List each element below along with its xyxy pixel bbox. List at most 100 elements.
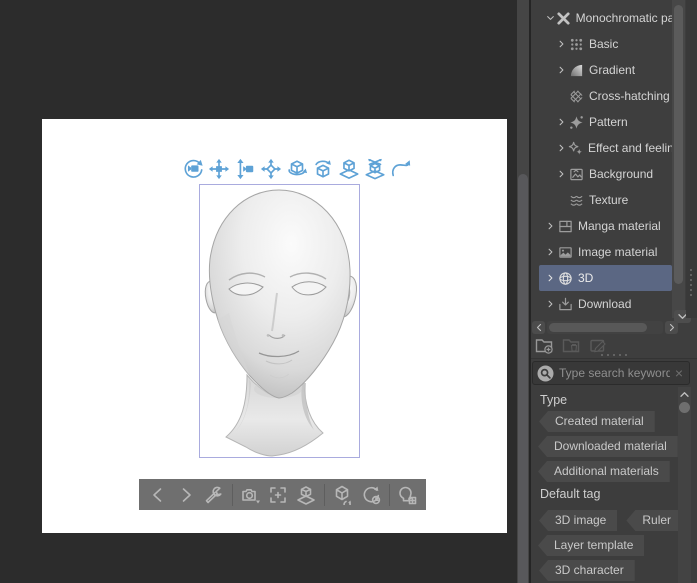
tree-vertical-scrollbar[interactable] (672, 0, 685, 318)
panel-splitter[interactable] (531, 351, 697, 358)
resize-handle-dots (690, 269, 692, 296)
register-head-icon[interactable] (397, 484, 417, 506)
canvas-vertical-scrollbar-thumb[interactable] (518, 174, 528, 583)
move-object-on-plane-icon[interactable] (337, 156, 360, 182)
rotate-object-icon[interactable] (285, 156, 308, 182)
reset-object-icon[interactable] (333, 484, 353, 506)
scroll-right-button[interactable] (665, 321, 678, 334)
tree-item-label: Basic (589, 37, 618, 51)
tree-item-texture[interactable]: Texture (539, 187, 672, 213)
tree-item-basic[interactable]: Basic (539, 31, 672, 57)
chevron-right-icon[interactable] (547, 221, 558, 231)
3d-character-tag-button[interactable]: 3D character (539, 560, 635, 581)
tree-item-effect-and-feeling[interactable]: Effect and feeling (539, 135, 672, 161)
material-panel: Monochromatic pattern Basic Gradient Cro… (531, 0, 697, 583)
layer-template-tag-button[interactable]: Layer template (538, 535, 644, 556)
ruler-tag-button[interactable]: Ruler (626, 510, 682, 531)
scroll-left-button[interactable] (532, 321, 545, 334)
chevron-right-icon[interactable] (558, 143, 568, 153)
search-icon (537, 365, 554, 382)
tree-item-download[interactable]: Download (539, 291, 672, 317)
splitter-handle-dots (601, 354, 627, 356)
3d-sphere-icon (558, 270, 574, 286)
app-window: Monochromatic pattern Basic Gradient Cro… (0, 0, 697, 583)
tree-item-image-material[interactable]: Image material (539, 239, 672, 265)
tree-item-manga-material[interactable]: Manga material (539, 213, 672, 239)
rotate-object-free-icon[interactable] (311, 156, 334, 182)
move-object-icon[interactable] (259, 156, 282, 182)
previous-icon[interactable] (148, 484, 168, 506)
3d-image-tag-button[interactable]: 3D image (539, 510, 617, 531)
downloaded-material-button[interactable]: Downloaded material (538, 436, 678, 457)
search-panel: Type search keywords × Type Created mate… (531, 358, 697, 583)
object-launcher-toolbar (139, 479, 426, 510)
chevron-right-icon[interactable] (558, 169, 569, 179)
reset-camera-icon[interactable] (389, 156, 412, 182)
created-material-button[interactable]: Created material (539, 411, 655, 432)
tree-item-pattern[interactable]: Pattern (539, 109, 672, 135)
3d-head-model[interactable] (200, 185, 359, 457)
tree-item-label: Texture (589, 193, 628, 207)
tree-item-monochromatic-pattern[interactable]: Monochromatic pattern (539, 5, 672, 31)
additional-materials-button[interactable]: Additional materials (538, 461, 670, 482)
image-material-icon (558, 244, 574, 260)
background-icon (569, 166, 585, 182)
rotate-camera-icon[interactable] (181, 156, 204, 182)
search-placeholder: Type search keywords (559, 366, 670, 380)
scroll-up-button[interactable] (679, 388, 690, 400)
tree-item-cross-hatching[interactable]: Cross-hatching (539, 83, 672, 109)
tree-item-label: Image material (578, 245, 657, 259)
camera-angle-icon[interactable] (240, 484, 260, 506)
tree-item-label: Download (578, 297, 631, 311)
canvas-vertical-scrollbar[interactable] (517, 0, 529, 583)
panel-resize-strip[interactable] (686, 0, 697, 318)
tree-item-label: Effect and feeling (588, 141, 672, 155)
texture-icon (569, 192, 585, 208)
reset-rotation-icon[interactable] (361, 484, 381, 506)
search-input[interactable]: Type search keywords × (532, 361, 690, 385)
snap-object-to-plane-icon[interactable] (363, 156, 386, 182)
3d-object-selection-box[interactable] (199, 184, 360, 458)
search-panel-scrollbar[interactable] (678, 387, 691, 583)
chevron-right-icon[interactable] (558, 39, 569, 49)
chevron-right-icon[interactable] (558, 65, 569, 75)
next-icon[interactable] (176, 484, 196, 506)
horizontal-scrollbar-track[interactable] (547, 321, 663, 334)
ground-plane-icon[interactable] (296, 484, 316, 506)
tree-item-label: Manga material (578, 219, 661, 233)
chevron-right-icon[interactable] (558, 117, 569, 127)
sparkle-icon (568, 140, 584, 156)
tree-item-label: Background (589, 167, 653, 181)
manga-material-icon (558, 218, 574, 234)
tree-vertical-scrollbar-thumb[interactable] (674, 5, 683, 284)
chevron-right-icon[interactable] (547, 299, 558, 309)
clear-search-icon[interactable]: × (675, 366, 683, 380)
tree-item-label: 3D (578, 271, 593, 285)
tree-item-label: Cross-hatching (589, 89, 670, 103)
tree-item-label: Pattern (589, 115, 628, 129)
type-section-label: Type (540, 393, 567, 407)
chevron-down-icon[interactable] (547, 13, 556, 23)
halftone-dots-icon (569, 36, 585, 52)
fit-to-view-icon[interactable] (268, 484, 288, 506)
tree-item-background[interactable]: Background (539, 161, 672, 187)
material-tree: Monochromatic pattern Basic Gradient Cro… (531, 5, 672, 317)
tree-item-gradient[interactable]: Gradient (539, 57, 672, 83)
zoom-camera-icon[interactable] (233, 156, 256, 182)
tree-horizontal-scrollbar[interactable] (532, 321, 678, 334)
tool-settings-icon[interactable] (204, 484, 224, 506)
horizontal-scrollbar-thumb[interactable] (549, 323, 647, 332)
pattern-icon (569, 114, 585, 130)
object-manipulation-toolbar (181, 156, 412, 182)
gradient-icon (569, 62, 585, 78)
search-panel-scrollbar-thumb[interactable] (679, 402, 690, 413)
chevron-right-icon[interactable] (547, 247, 558, 257)
tree-item-label: Monochromatic pattern (576, 11, 672, 25)
move-camera-icon[interactable] (207, 156, 230, 182)
default-tag-section-label: Default tag (540, 487, 600, 501)
tree-item-label: Gradient (589, 63, 635, 77)
tree-item-3d[interactable]: 3D (539, 265, 672, 291)
cross-hatching-icon (569, 88, 585, 104)
chevron-right-icon[interactable] (547, 273, 558, 283)
monochromatic-pattern-icon (556, 10, 572, 26)
